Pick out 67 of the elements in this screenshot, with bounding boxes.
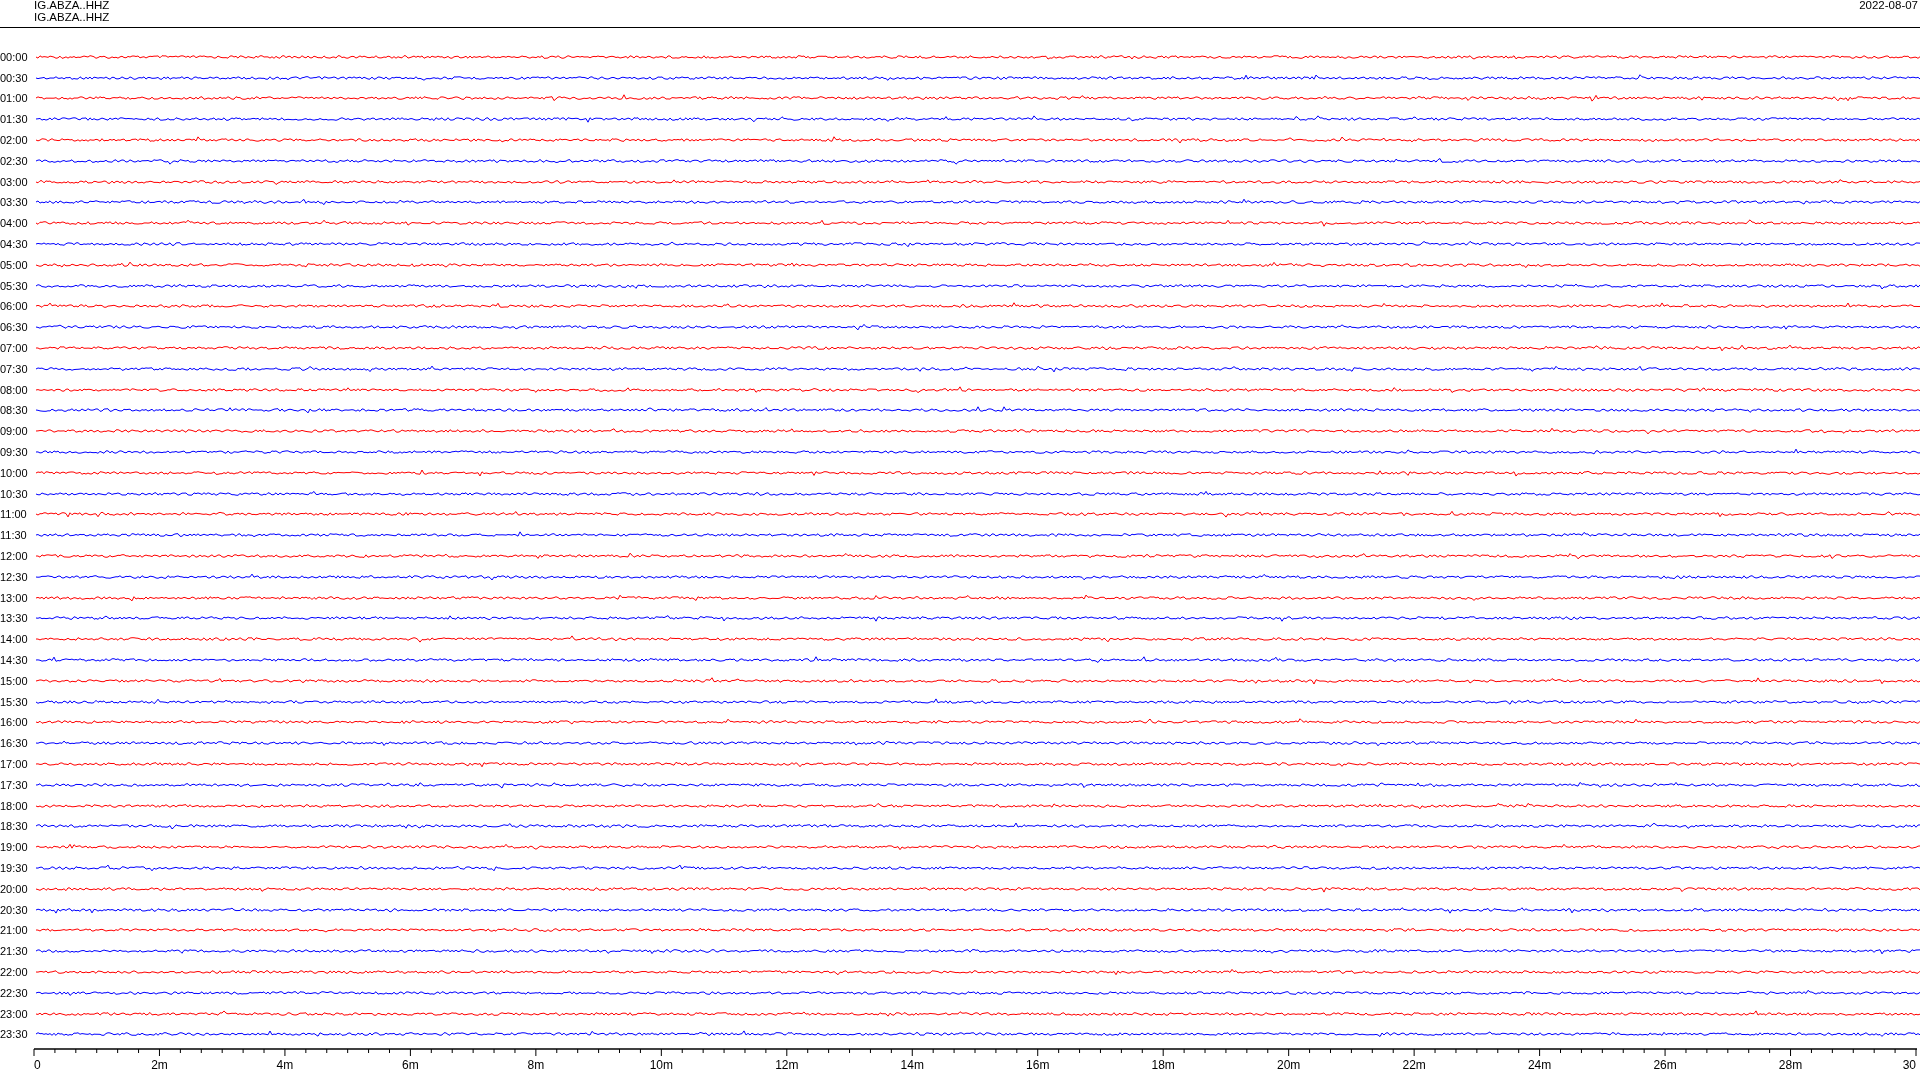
time-label: 21:30 <box>0 945 29 958</box>
time-label: 10:30 <box>0 487 29 500</box>
time-label: 19:00 <box>0 841 29 854</box>
time-label: 13:30 <box>0 612 29 625</box>
axis-tick-label: 26m <box>1653 1057 1677 1072</box>
time-label: 00:30 <box>0 71 29 84</box>
time-label: 04:30 <box>0 238 29 250</box>
axis-tick-label: 30 <box>1902 1057 1916 1072</box>
time-label: 08:00 <box>0 383 29 396</box>
time-label: 01:00 <box>0 92 29 105</box>
time-label: 22:00 <box>0 965 29 978</box>
axis-tick-label: 8m <box>527 1057 545 1072</box>
time-label: 08:30 <box>0 404 29 417</box>
time-label: 03:00 <box>0 175 29 188</box>
time-label: 17:30 <box>0 778 29 791</box>
time-label: 23:00 <box>0 1007 29 1020</box>
time-label: 07:00 <box>0 342 29 354</box>
time-label: 15:30 <box>0 695 29 708</box>
axis-tick-label: 14m <box>900 1057 924 1072</box>
time-label: 07:30 <box>0 362 29 375</box>
time-label: 09:00 <box>0 425 29 438</box>
time-label: 13:00 <box>0 591 29 604</box>
axis-tick-label: 24m <box>1527 1057 1552 1072</box>
time-label: 20:30 <box>0 903 29 916</box>
time-label: 18:00 <box>0 799 29 812</box>
time-label: 03:30 <box>0 196 29 209</box>
time-label: 21:00 <box>0 924 29 937</box>
time-label: 02:30 <box>0 154 29 167</box>
time-label: 04:00 <box>0 217 29 230</box>
axis-tick-label: 6m <box>402 1057 419 1072</box>
time-label: 16:00 <box>0 716 29 729</box>
axis-tick-label: 22m <box>1402 1057 1426 1072</box>
station-channel-label: IG.ABZA..HHZ <box>34 10 110 24</box>
time-label: 05:00 <box>0 258 29 271</box>
time-label: 09:30 <box>0 446 29 458</box>
time-label: 00:00 <box>0 50 29 63</box>
time-label: 01:30 <box>0 113 29 126</box>
time-label: 18:30 <box>0 820 29 833</box>
time-label: 20:00 <box>0 882 29 895</box>
axis-tick-label: 28m <box>1778 1057 1803 1072</box>
time-label: 11:00 <box>0 508 28 521</box>
time-label: 14:30 <box>0 653 29 666</box>
time-label: 05:30 <box>0 279 29 292</box>
axis-tick-label: 12m <box>775 1057 799 1072</box>
time-label: 12:30 <box>0 570 29 583</box>
time-label: 14:00 <box>0 633 29 646</box>
time-label: 06:30 <box>0 321 29 334</box>
axis-tick-label: 10m <box>649 1057 673 1072</box>
time-label: 02:00 <box>0 134 29 147</box>
time-label: 16:30 <box>0 737 29 750</box>
time-label: 10:00 <box>0 466 29 479</box>
time-label: 19:30 <box>0 861 29 874</box>
time-label: 15:00 <box>0 674 29 687</box>
time-label: 17:00 <box>0 757 29 770</box>
time-label: 06:00 <box>0 300 29 313</box>
date-label: 2022-08-07 <box>1859 0 1918 12</box>
time-label: 23:30 <box>0 1028 29 1041</box>
axis-tick-label: 16m <box>1026 1057 1050 1072</box>
axis-tick-label: 2m <box>151 1057 168 1072</box>
axis-tick-label: 18m <box>1151 1057 1175 1072</box>
time-label: 22:30 <box>0 986 29 999</box>
time-label: 11:30 <box>0 529 28 542</box>
axis-tick-label: 4m <box>276 1057 294 1072</box>
station-channel-label: IG.ABZA..HHZ <box>34 0 110 12</box>
time-label: 12:00 <box>0 549 29 562</box>
axis-tick-label: 0 <box>34 1057 41 1072</box>
axis-tick-label: 20m <box>1277 1057 1301 1072</box>
